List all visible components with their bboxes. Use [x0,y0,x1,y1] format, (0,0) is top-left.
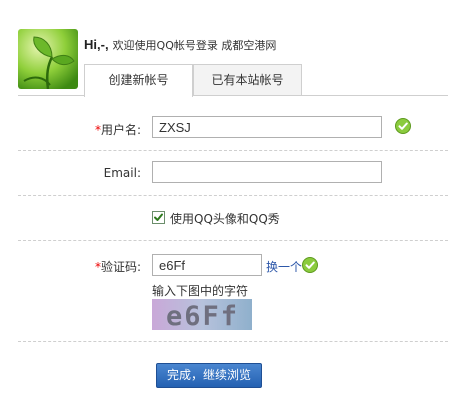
captcha-label: *验证码: [94,260,141,274]
email-input[interactable] [152,161,382,183]
captcha-hint: 输入下图中的字符 [152,284,249,298]
row-divider [18,341,448,342]
submit-button[interactable]: 完成，继续浏览 [156,363,262,388]
username-label: *用户名: [94,123,141,137]
username-input[interactable] [152,116,382,138]
checkbox-checked-icon [154,213,163,221]
captcha-refresh-link[interactable]: 换一个 [266,258,302,275]
use-qq-avatar-label: 使用QQ头像和QQ秀 [170,212,280,226]
captcha-graphic: e6Ff [152,299,252,330]
row-divider [18,240,448,241]
captcha-text: e6Ff [166,301,239,330]
greeting: Hi,-, 欢迎使用QQ帐号登录 成都空港网 [84,37,276,53]
avatar [18,29,78,89]
row-divider [18,150,448,151]
tab-create-account[interactable]: 创建新帐号 [84,64,193,97]
captcha-valid-check-icon [302,257,318,273]
captcha-image[interactable]: e6Ff [152,299,252,330]
tab-divider [18,95,448,96]
username-valid-check-icon [395,118,411,134]
row-divider [18,195,448,196]
email-label: Email: [103,166,141,180]
greeting-hi: Hi,-, [84,37,109,52]
tab-existing-account[interactable]: 已有本站帐号 [193,64,302,96]
use-qq-avatar-checkbox[interactable] [152,211,165,224]
captcha-input[interactable] [152,254,262,276]
sprout-icon [18,29,78,89]
greeting-welcome: 欢迎使用QQ帐号登录 成都空港网 [112,39,277,52]
